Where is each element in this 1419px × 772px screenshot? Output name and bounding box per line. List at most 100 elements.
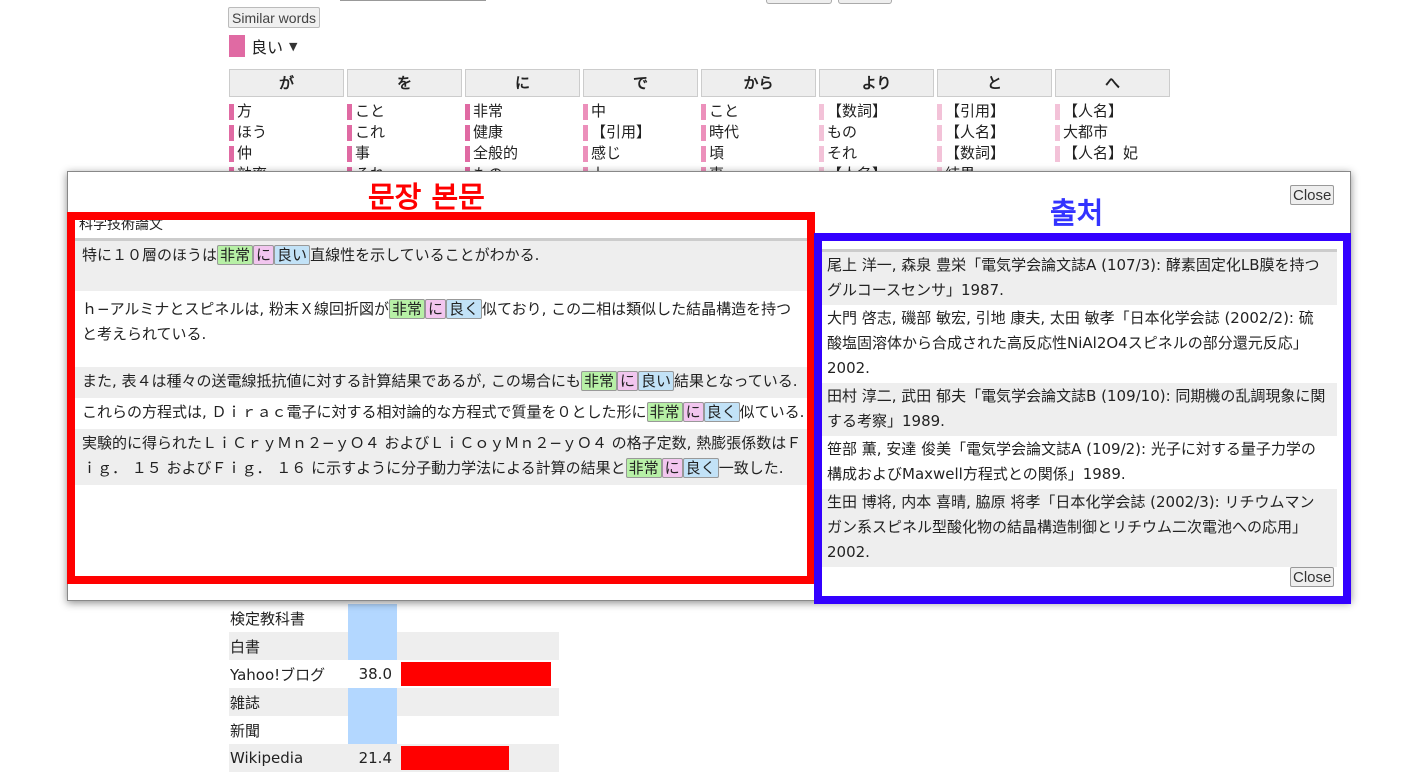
frequency-bar (583, 145, 588, 162)
top-button-left[interactable] (766, 0, 832, 4)
source-pane: 尾上 洋一, 森泉 豊栄「電気学会論文誌A (107/3): 酵素固定化LB膜を… (816, 232, 1337, 584)
frequency-bar (229, 124, 234, 141)
source-row: 生田 博将, 内本 喜晴, 脇原 将孝「日本化学会誌 (2002/3): リチウ… (816, 489, 1337, 567)
column-header[interactable]: に (465, 69, 580, 97)
stats-label: 白書 (230, 637, 261, 656)
word-text: 時代 (709, 123, 740, 141)
column-header[interactable]: と (937, 69, 1052, 97)
top-button-right[interactable] (838, 0, 892, 4)
particle-column: と【引用】【人名】【数詞】結果 (937, 69, 1052, 185)
source-list: 尾上 洋一, 森泉 豊栄「電気学会論文誌A (107/3): 酵素固定化LB膜を… (816, 252, 1337, 567)
similar-words-button[interactable]: Similar words (228, 7, 321, 28)
frequency-bar (583, 124, 588, 141)
word-item[interactable]: それ (819, 143, 934, 164)
close-button-top[interactable]: Close (1290, 185, 1335, 205)
word-text: 非常 (473, 102, 504, 120)
word-item[interactable]: 【数詞】 (937, 143, 1052, 164)
stats-bar (401, 746, 509, 770)
frequency-bar (465, 124, 470, 141)
word-text: 【数詞】 (945, 144, 1006, 162)
highlight-token: に (661, 458, 683, 478)
word-item[interactable]: 【人名】 (1055, 101, 1170, 122)
column-header[interactable]: より (819, 69, 934, 97)
stats-value (348, 688, 397, 716)
sentence-row: 実験的に得られたＬｉＣｒｙＭｎ２−ｙＯ４ およびＬｉＣｏｙＭｎ２−ｙＯ４ の格子… (68, 429, 815, 485)
word-item[interactable]: 健康 (465, 122, 580, 143)
word-list: 【人名】 大都市 【人名】妃 (1055, 101, 1170, 164)
stats-value (348, 604, 397, 632)
stats-label: Wikipedia (230, 749, 304, 767)
column-header[interactable]: で (583, 69, 698, 97)
body-label: 문장 본문 (368, 180, 485, 214)
word-item[interactable]: 【引用】 (583, 122, 698, 143)
sentence-row: 特に１０層のほうは 非常に良い 直線性を示していることがわかる. (68, 241, 815, 291)
frequency-bar (937, 145, 942, 162)
particle-column: に非常健康全般的もの (465, 69, 580, 185)
column-header[interactable]: が (229, 69, 344, 97)
close-button-bottom[interactable]: Close (1290, 567, 1335, 587)
column-header[interactable]: へ (1055, 69, 1170, 97)
frequency-bar (347, 103, 352, 120)
word-item[interactable]: 【引用】 (937, 101, 1052, 122)
top-input-edge (340, 0, 486, 1)
word-item[interactable]: 大都市 (1055, 122, 1170, 143)
word-item[interactable]: 非常 (465, 101, 580, 122)
word-item[interactable]: 【人名】 (937, 122, 1052, 143)
word-text: 【引用】 (945, 102, 1006, 120)
column-header[interactable]: から (701, 69, 816, 97)
sentence-text: 一致した. (718, 459, 784, 477)
sentence-text: 直線性を示していることがわかる. (310, 246, 540, 264)
highlight-token: 良く (446, 299, 483, 319)
word-item[interactable]: 時代 (701, 122, 816, 143)
word-item[interactable]: こと (347, 101, 462, 122)
word-text: 【人名】 (945, 123, 1006, 141)
highlight-token: に (682, 402, 704, 422)
word-item[interactable]: 【数詞】 (819, 101, 934, 122)
word-text: 仲 (237, 144, 253, 162)
word-item[interactable]: 方 (229, 101, 344, 122)
word-item[interactable]: 全般的 (465, 143, 580, 164)
stats-label: Yahoo!ブログ (230, 665, 326, 684)
particle-column: へ【人名】 大都市 【人名】妃 (1055, 69, 1170, 185)
stats-row: 雑誌 (229, 688, 559, 716)
column-header[interactable]: を (347, 69, 462, 97)
section-title: 科学技術論文 (68, 212, 815, 241)
word-text: もの (827, 123, 858, 141)
stats-value: 21.4 (358, 749, 392, 767)
highlight-token: に (253, 245, 275, 265)
frequency-bar (1055, 103, 1060, 120)
sentence-text: 特に１０層のほうは (82, 246, 218, 264)
source-row: 尾上 洋一, 森泉 豊栄「電気学会論文誌A (107/3): 酵素固定化LB膜を… (816, 252, 1337, 305)
dropdown-caret-icon: ▼ (289, 39, 298, 53)
sentence-row: これらの方程式は, Ｄｉｒａｃ電子に対する相対論的な方程式で質量を０とした形に非… (68, 398, 815, 429)
word-item[interactable]: 事 (347, 143, 462, 164)
word-item[interactable]: 【人名】妃 (1055, 143, 1170, 164)
word-item[interactable]: これ (347, 122, 462, 143)
word-text: 頃 (709, 144, 725, 162)
sentence-text: また, 表４は種々の送電線抵抗値に対する計算結果であるが, この場合にも (82, 372, 581, 390)
word-item[interactable]: 頃 (701, 143, 816, 164)
particle-column: からこと時代頃事 (701, 69, 816, 185)
word-item[interactable]: こと (701, 101, 816, 122)
word-item[interactable]: 感じ (583, 143, 698, 164)
selected-word: 良い (251, 38, 284, 57)
word-item[interactable]: 仲 (229, 143, 344, 164)
word-item[interactable]: ほう (229, 122, 344, 143)
frequency-bar (229, 103, 234, 120)
stats-label: 新聞 (230, 721, 261, 740)
stats-row: 白書 (229, 632, 559, 660)
frequency-bar (701, 103, 706, 120)
word-selector[interactable]: 良い ▼ (229, 34, 297, 58)
example-sentences-dialog: Close 문장 본문 출처 科学技術論文 特に１０層のほうは 非常に良い 直線性を… (67, 171, 1351, 601)
sentence-text: ｈ−アルミナとスピネルは, 粉末Ｘ線回折図が (82, 300, 389, 318)
word-text: 方 (237, 102, 253, 120)
particle-column: で中【引用】感じ上 (583, 69, 698, 185)
highlight-token: に (424, 299, 446, 319)
frequency-bar (819, 145, 824, 162)
word-item[interactable]: もの (819, 122, 934, 143)
highlight-token: 非常 (217, 245, 254, 265)
frequency-bar (701, 145, 706, 162)
word-item[interactable]: 中 (583, 101, 698, 122)
sentence-text: これらの方程式は, Ｄｉｒａｃ電子に対する相対論的な方程式で質量を０とした形に (82, 403, 647, 421)
highlight-token: 良い (637, 371, 674, 391)
